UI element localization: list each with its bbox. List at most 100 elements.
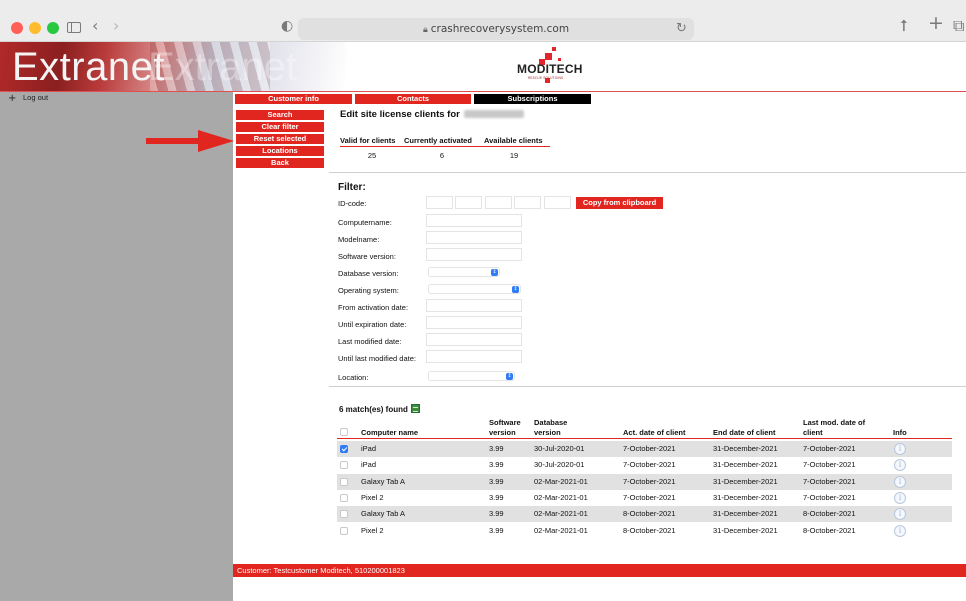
id-code-field-3[interactable] — [485, 196, 512, 209]
computername-label: Computername: — [338, 218, 392, 227]
table-row[interactable]: iPad 3.99 30-Jul-2020-01 7-October-2021 31-D… — [337, 457, 952, 473]
row-checkbox[interactable] — [340, 526, 348, 535]
id-code-field-4[interactable] — [514, 196, 541, 209]
table-row[interactable]: Pixel 2 3.99 02-Mar-2021-01 8-October-2021 3… — [337, 523, 952, 539]
extranet-title-watermark: Extranet — [148, 45, 297, 89]
info-icon[interactable]: i — [894, 475, 906, 488]
expand-icon[interactable]: + — [8, 93, 16, 104]
row-checkbox[interactable] — [340, 445, 348, 453]
computername-input[interactable] — [426, 214, 522, 227]
stats-available-value: 19 — [509, 151, 519, 160]
info-icon[interactable]: i — [894, 508, 906, 521]
filter-heading: Filter: — [338, 182, 366, 193]
table-header-divider — [337, 438, 952, 439]
col-database-version-2: version — [534, 428, 561, 437]
back-arrow-icon[interactable]: ‹ — [92, 16, 98, 36]
cell-act-date: 7-October-2021 — [623, 476, 676, 486]
database-version-select[interactable]: ↕ — [428, 267, 500, 277]
row-checkbox[interactable] — [340, 461, 348, 470]
id-code-label: ID-code: — [338, 199, 367, 208]
from-activation-date-label: From activation date: — [338, 303, 409, 312]
col-computer-name: Computer name — [361, 428, 419, 437]
address-bar[interactable]: 🔒︎ crashrecoverysystem.com — [298, 18, 694, 40]
tab-subscriptions[interactable]: Subscriptions — [474, 94, 591, 104]
info-icon[interactable]: i — [894, 491, 906, 504]
reload-icon[interactable]: ↻ — [676, 19, 687, 39]
software-version-input[interactable] — [426, 248, 522, 261]
minimize-window-button[interactable] — [29, 22, 41, 34]
info-icon[interactable]: i — [894, 459, 906, 472]
cell-act-date: 7-October-2021 — [623, 492, 676, 502]
cell-last-mod-date: 7-October-2021 — [803, 492, 856, 502]
cell-software-version: 3.99 — [489, 525, 504, 535]
customer-footer: Customer: Testcustomer Moditech, 5102000… — [233, 564, 966, 577]
locations-button[interactable]: Locations — [236, 146, 324, 156]
select-all-checkbox[interactable] — [340, 428, 348, 436]
location-select[interactable]: ↕ — [428, 371, 515, 381]
logo-subtitle: RESCUE SOLUTIONS — [528, 76, 564, 80]
stats-activated-value: 6 — [439, 151, 445, 160]
cell-computer-name: Pixel 2 — [361, 492, 384, 502]
cell-database-version: 30-Jul-2020-01 — [534, 460, 585, 470]
cell-act-date: 7-October-2021 — [623, 460, 676, 470]
id-code-field-2[interactable] — [455, 196, 482, 209]
info-icon[interactable]: i — [894, 443, 906, 455]
cell-end-date: 31-December-2021 — [713, 509, 778, 519]
cell-end-date: 31-December-2021 — [713, 492, 778, 502]
col-last-mod-2: client — [803, 428, 823, 437]
logo-text: MODITECH — [517, 62, 583, 76]
from-activation-date-input[interactable] — [426, 299, 522, 312]
modelname-input[interactable] — [426, 231, 522, 244]
table-row[interactable]: Galaxy Tab A 3.99 02-Mar-2021-01 8-October-… — [337, 506, 952, 523]
select-chevron-icon: ↕ — [506, 373, 513, 380]
new-tab-icon[interactable]: + — [928, 13, 944, 33]
table-row[interactable]: Galaxy Tab A 3.99 02-Mar-2021-01 7-October-… — [337, 473, 952, 490]
search-button[interactable]: Search — [236, 110, 324, 120]
tab-customer-info[interactable]: Customer info — [235, 94, 352, 104]
cell-database-version: 02-Mar-2021-01 — [534, 525, 588, 535]
match-count: 6 match(es) found — [339, 404, 420, 414]
sidebar-toggle-icon[interactable] — [67, 22, 81, 33]
last-modified-date-input[interactable] — [426, 333, 522, 346]
left-sidebar: + Log out — [0, 92, 233, 601]
reset-selected-button[interactable]: Reset selected — [236, 134, 324, 144]
until-expiration-date-input[interactable] — [426, 316, 522, 329]
cell-software-version: 3.99 — [489, 476, 504, 486]
select-chevron-icon: ↕ — [512, 286, 519, 293]
tab-contacts[interactable]: Contacts — [355, 94, 471, 104]
cell-end-date: 31-December-2021 — [713, 444, 778, 453]
cell-last-mod-date: 8-October-2021 — [803, 509, 856, 519]
logout-link[interactable]: Log out — [23, 93, 48, 102]
row-checkbox[interactable] — [340, 477, 348, 486]
copy-from-clipboard-button[interactable]: Copy from clipboard — [576, 197, 663, 209]
close-window-button[interactable] — [11, 22, 23, 34]
cell-end-date: 31-December-2021 — [713, 460, 778, 470]
id-code-field-5[interactable] — [544, 196, 571, 209]
browser-toolbar: ‹ › ◐ 🔒︎ crashrecoverysystem.com ↻ ⭡ + ⧉ — [0, 0, 966, 42]
cell-last-mod-date: 7-October-2021 — [803, 460, 856, 470]
id-code-field-1[interactable] — [426, 196, 453, 209]
section-divider — [329, 386, 966, 387]
table-row[interactable]: iPad 3.99 30-Jul-2020-01 7-October-2021 31-D… — [337, 441, 952, 457]
row-checkbox[interactable] — [340, 493, 348, 502]
cell-database-version: 30-Jul-2020-01 — [534, 444, 585, 453]
url-text: crashrecoverysystem.com — [430, 23, 570, 35]
stats-header-available: Available clients — [484, 136, 543, 145]
col-database-version-1: Database — [534, 418, 568, 427]
tab-overview-icon[interactable]: ⧉ — [953, 16, 964, 36]
privacy-shield-icon[interactable]: ◐ — [281, 16, 293, 36]
stats-header-activated: Currently activated — [404, 136, 472, 145]
pointer-arrow-icon — [146, 130, 234, 152]
forward-arrow-icon[interactable]: › — [113, 16, 119, 36]
zoom-window-button[interactable] — [47, 22, 59, 34]
clear-filter-button[interactable]: Clear filter — [236, 122, 324, 132]
share-icon[interactable]: ⭡ — [900, 16, 908, 36]
back-button[interactable]: Back — [236, 158, 324, 168]
info-icon[interactable]: i — [894, 524, 906, 537]
excel-export-icon[interactable] — [410, 404, 420, 413]
stats-divider — [340, 146, 550, 147]
table-row[interactable]: Pixel 2 3.99 02-Mar-2021-01 7-October-2021 3… — [337, 490, 952, 506]
until-last-modified-date-input[interactable] — [426, 350, 522, 363]
operating-system-select[interactable]: ↕ — [428, 284, 521, 294]
row-checkbox[interactable] — [340, 510, 348, 519]
